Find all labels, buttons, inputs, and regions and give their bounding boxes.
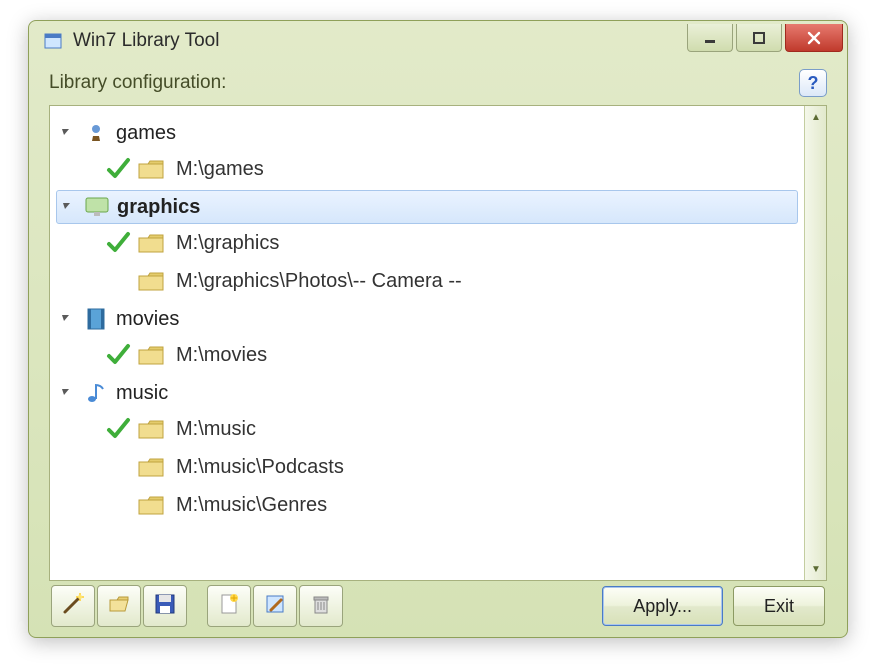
folder-icon (136, 156, 166, 182)
edit-library-button[interactable] (253, 585, 297, 627)
folder-icon (136, 454, 166, 480)
open-button[interactable] (97, 585, 141, 627)
toolbar: Apply... Exit (49, 581, 827, 631)
library-name: games (116, 122, 176, 145)
folder-path: M:\music\Genres (176, 494, 327, 517)
folder-icon (136, 230, 166, 256)
check-icon (104, 267, 132, 295)
folder-icon (136, 268, 166, 294)
edit-icon (263, 592, 287, 621)
scroll-up-icon[interactable]: ▲ (807, 108, 825, 126)
folder-row[interactable]: M:\movies (56, 336, 798, 374)
help-icon: ? (808, 73, 819, 94)
library-icon (82, 307, 110, 331)
app-icon (43, 31, 63, 51)
floppy-icon (153, 592, 177, 621)
folder-path: M:\movies (176, 344, 267, 367)
library-icon (82, 381, 110, 405)
minimize-button[interactable] (687, 24, 733, 52)
apply-button[interactable]: Apply... (602, 586, 723, 626)
check-icon (104, 341, 132, 369)
folder-row[interactable]: M:\games (56, 150, 798, 188)
check-icon (104, 155, 132, 183)
library-header[interactable]: games (56, 116, 798, 150)
folder-open-icon (107, 592, 131, 621)
folder-path: M:\music\Podcasts (176, 456, 344, 479)
library-tree: gamesM:\games graphics M:\graphics M:\graph… (49, 105, 827, 581)
folder-row[interactable]: M:\music\Podcasts (56, 448, 798, 486)
folder-row[interactable]: M:\music (56, 410, 798, 448)
wand-icon (61, 592, 85, 621)
expander-icon[interactable] (60, 386, 74, 400)
expander-icon[interactable] (61, 200, 75, 214)
new-doc-icon (217, 592, 241, 621)
library-name: movies (116, 308, 179, 331)
folder-path: M:\graphics\Photos\-- Camera -- (176, 270, 462, 293)
folder-icon (136, 416, 166, 442)
library-item: graphics M:\graphics M:\graphics\Photos\--… (56, 190, 798, 300)
wizard-button[interactable] (51, 585, 95, 627)
new-library-button[interactable] (207, 585, 251, 627)
library-name: music (116, 382, 168, 405)
expander-icon[interactable] (60, 126, 74, 140)
window-title: Win7 Library Tool (73, 30, 687, 52)
section-label: Library configuration: (49, 72, 226, 94)
folder-row[interactable]: M:\graphics (56, 224, 798, 262)
folder-icon (136, 492, 166, 518)
titlebar[interactable]: Win7 Library Tool (29, 21, 847, 61)
tree-scroll[interactable]: gamesM:\games graphics M:\graphics M:\graph… (50, 106, 804, 580)
library-name: graphics (117, 196, 200, 219)
library-header[interactable]: movies (56, 302, 798, 336)
folder-row[interactable]: M:\graphics\Photos\-- Camera -- (56, 262, 798, 300)
scroll-down-icon[interactable]: ▼ (807, 560, 825, 578)
library-header[interactable]: music (56, 376, 798, 410)
app-window: Win7 Library Tool Library configuration:… (28, 20, 848, 638)
library-item: gamesM:\games (56, 116, 798, 188)
folder-path: M:\games (176, 158, 264, 181)
folder-icon (136, 342, 166, 368)
trash-icon (309, 592, 333, 621)
library-icon (83, 195, 111, 219)
delete-library-button[interactable] (299, 585, 343, 627)
scrollbar[interactable]: ▲ ▼ (804, 106, 826, 580)
library-item: music M:\music M:\music\Podcasts M:\music\G… (56, 376, 798, 524)
library-item: movies M:\movies (56, 302, 798, 374)
folder-path: M:\graphics (176, 232, 279, 255)
folder-row[interactable]: M:\music\Genres (56, 486, 798, 524)
maximize-button[interactable] (736, 24, 782, 52)
library-header[interactable]: graphics (56, 190, 798, 224)
exit-button[interactable]: Exit (733, 586, 825, 626)
check-icon (104, 491, 132, 519)
help-button[interactable]: ? (799, 69, 827, 97)
folder-path: M:\music (176, 418, 256, 441)
expander-icon[interactable] (60, 312, 74, 326)
check-icon (104, 415, 132, 443)
close-button[interactable] (785, 24, 843, 52)
check-icon (104, 229, 132, 257)
save-button[interactable] (143, 585, 187, 627)
library-icon (82, 121, 110, 145)
check-icon (104, 453, 132, 481)
